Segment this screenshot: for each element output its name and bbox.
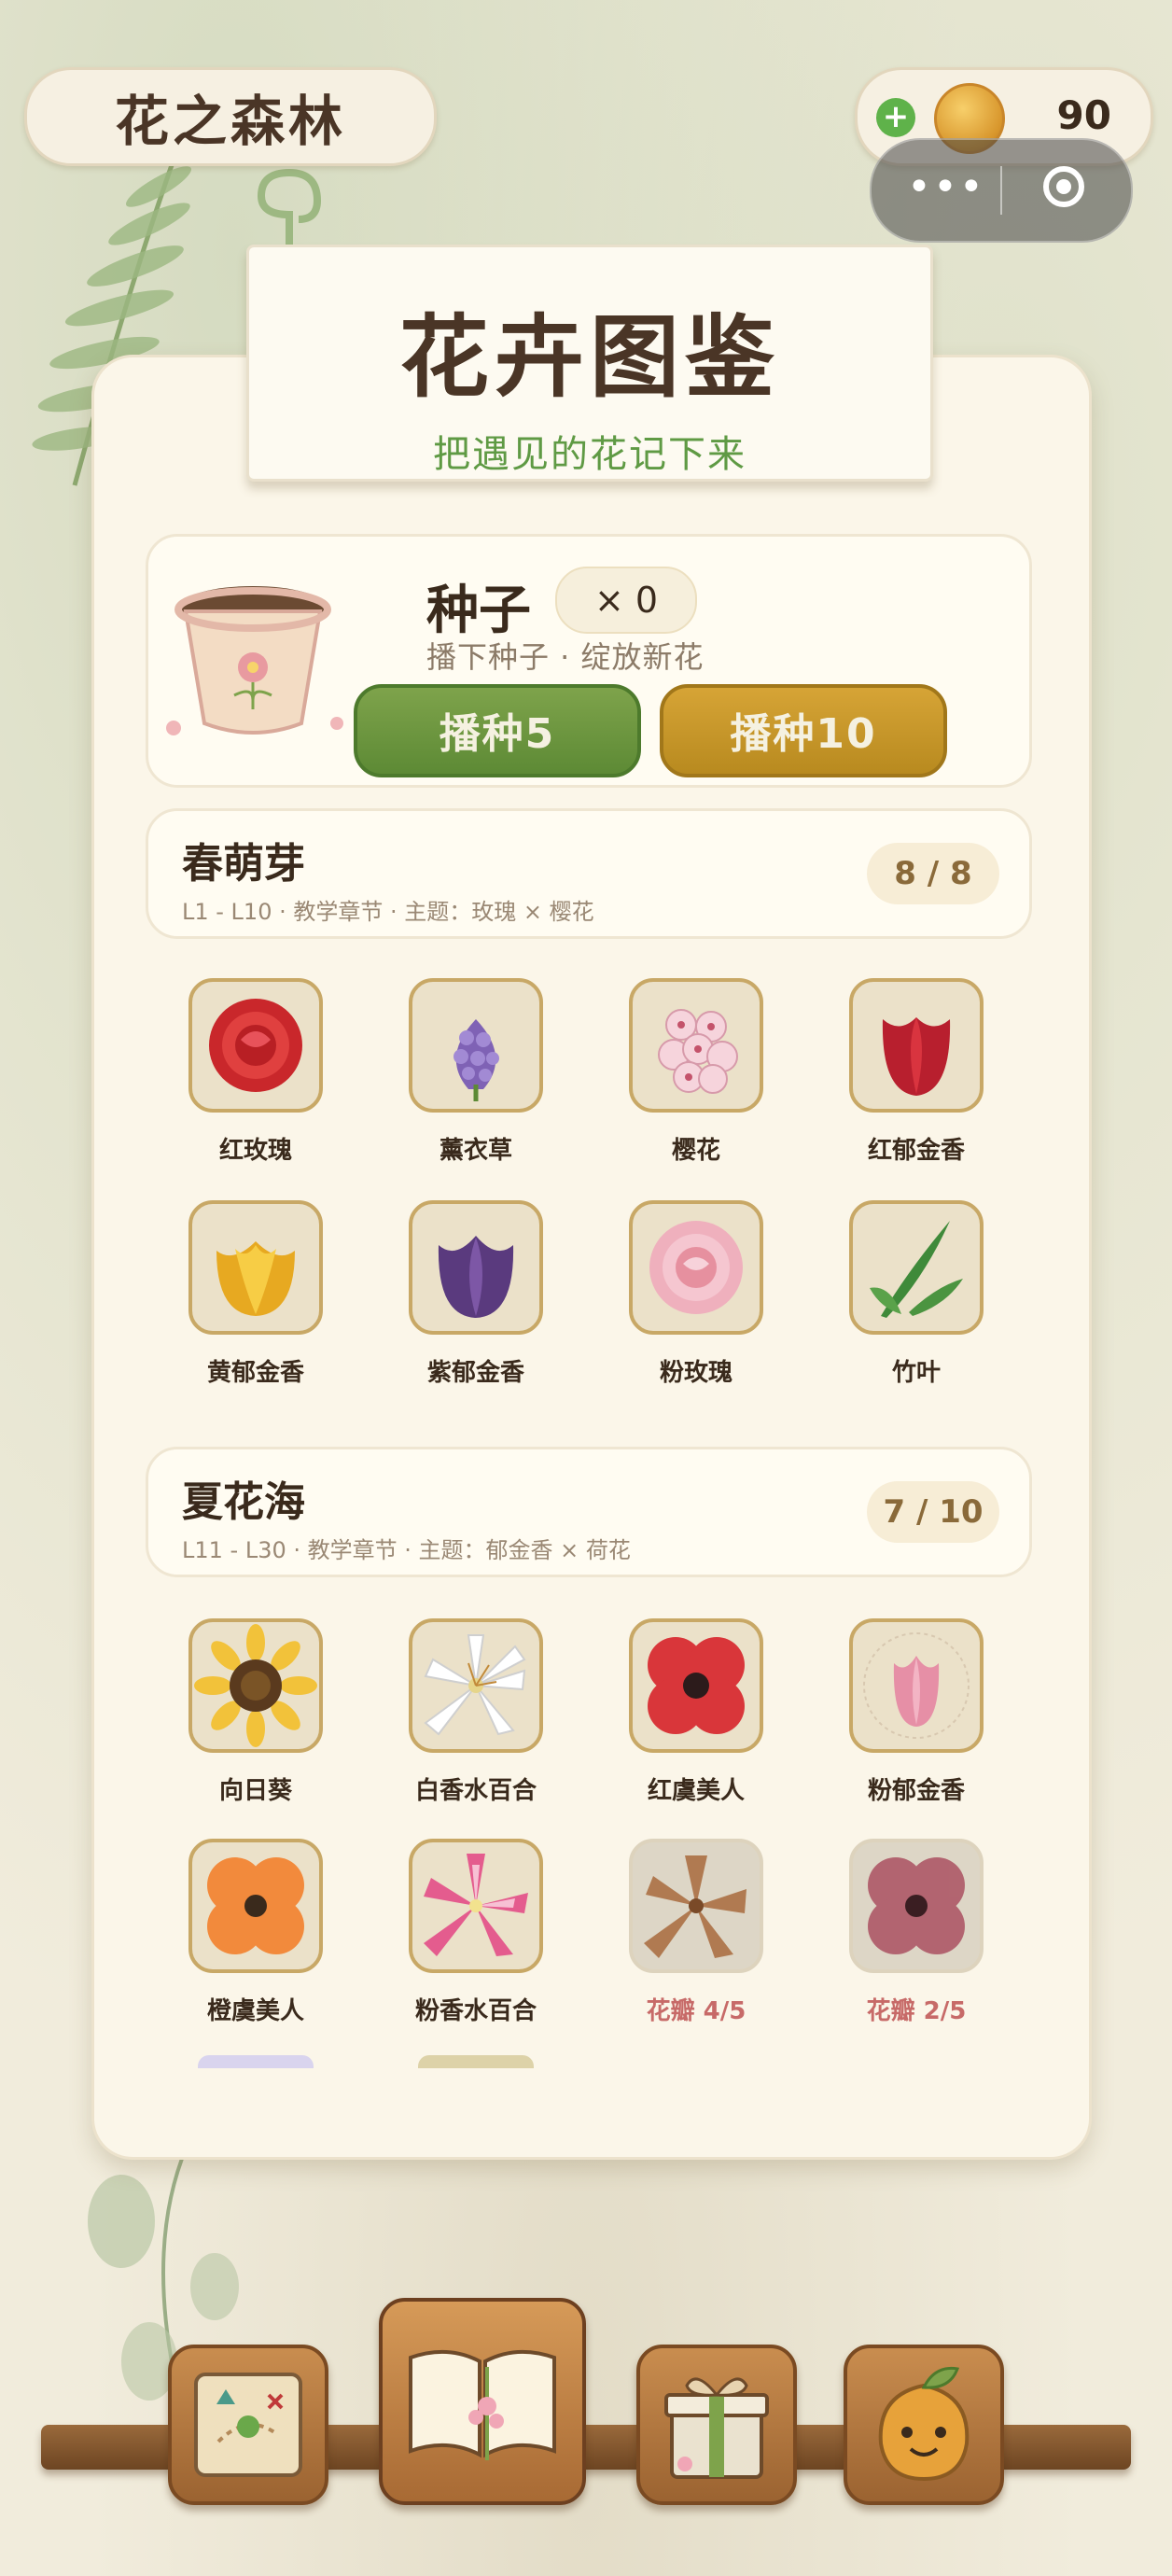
red-rose-icon bbox=[188, 978, 323, 1113]
flower-card[interactable]: 粉玫瑰 bbox=[580, 1200, 801, 1402]
section-header-spring: 春萌芽 L1 - L10 · 教学章节 · 主题：玫瑰 × 樱花 8 / 8 bbox=[146, 808, 1032, 939]
cherry-blossom-icon bbox=[629, 978, 763, 1113]
section-progress-badge: 8 / 8 bbox=[867, 843, 999, 904]
flower-label: 薰衣草 bbox=[439, 1137, 512, 1165]
seed-subtitle: 播下种子 · 绽放新花 bbox=[426, 639, 705, 675]
section-title: 春萌芽 bbox=[182, 840, 305, 888]
white-lily-icon bbox=[409, 1618, 543, 1753]
close-miniprogram-icon[interactable] bbox=[1043, 166, 1084, 207]
flower-label: 粉郁金香 bbox=[867, 1777, 965, 1805]
coin-value: 90 bbox=[1056, 92, 1111, 138]
sow-10-button[interactable]: 播种10 bbox=[660, 684, 947, 777]
page-title: 花卉图鉴 bbox=[399, 304, 780, 410]
pink-rose-icon bbox=[629, 1200, 763, 1335]
section-title: 夏花海 bbox=[182, 1478, 305, 1526]
page-subtitle: 把遇见的花记下来 bbox=[433, 433, 746, 476]
app-title: 花之森林 bbox=[114, 90, 346, 153]
flower-card[interactable]: 花瓣 2/5 bbox=[801, 1839, 1021, 2040]
gift-box-icon bbox=[664, 2377, 769, 2479]
flower-label: 粉香水百合 bbox=[414, 1997, 537, 2025]
nav-map-button[interactable] bbox=[168, 2345, 328, 2505]
sunflower-icon bbox=[188, 1618, 323, 1753]
yellow-tulip-icon bbox=[188, 1200, 323, 1335]
capsule-divider bbox=[1000, 166, 1002, 215]
purple-tulip-icon bbox=[409, 1200, 543, 1335]
flower-card[interactable]: 向日葵 bbox=[140, 1618, 360, 1820]
next-row-tile bbox=[198, 2055, 314, 2068]
flower-card[interactable]: 樱花 bbox=[580, 978, 801, 1180]
seed-card: 种子 × 0 播下种子 · 绽放新花 播种5 播种10 bbox=[146, 534, 1032, 788]
flower-card[interactable]: 橙虞美人 bbox=[140, 1839, 360, 2040]
flower-card[interactable]: 红玫瑰 bbox=[140, 978, 360, 1180]
seed-count-badge: × 0 bbox=[555, 567, 697, 634]
section-header-summer: 夏花海 L11 - L30 · 教学章节 · 主题：郁金香 × 荷花 7 / 1… bbox=[146, 1447, 1032, 1577]
flower-label: 白香水百合 bbox=[414, 1777, 537, 1805]
seed-title: 种子 bbox=[426, 581, 531, 641]
flower-label: 黄郁金香 bbox=[206, 1359, 304, 1387]
red-poppy-icon bbox=[629, 1618, 763, 1753]
open-book-icon bbox=[409, 2349, 556, 2460]
section-subtitle: L1 - L10 · 教学章节 · 主题：玫瑰 × 樱花 bbox=[182, 899, 594, 925]
add-coins-button[interactable]: + bbox=[876, 98, 915, 137]
next-row-tile bbox=[418, 2055, 534, 2068]
fragment-progress-label: 花瓣 4/5 bbox=[646, 1997, 746, 2025]
lavender-icon bbox=[409, 978, 543, 1113]
sow-5-button[interactable]: 播种5 bbox=[354, 684, 641, 777]
flower-label: 红虞美人 bbox=[647, 1777, 745, 1805]
fragment-progress-label: 花瓣 2/5 bbox=[866, 1997, 967, 2025]
orange-poppy-icon bbox=[188, 1839, 323, 1973]
flower-card[interactable]: 竹叶 bbox=[801, 1200, 1021, 1402]
flower-card[interactable]: 薰衣草 bbox=[360, 978, 580, 1180]
flower-label: 粉玫瑰 bbox=[659, 1359, 732, 1387]
pink-lily-icon bbox=[409, 1839, 543, 1973]
lily-silhouette-icon bbox=[629, 1839, 763, 1973]
flower-card[interactable]: 红虞美人 bbox=[580, 1618, 801, 1820]
red-tulip-icon bbox=[849, 978, 984, 1113]
flower-label: 红郁金香 bbox=[867, 1137, 965, 1165]
flower-label: 竹叶 bbox=[891, 1359, 941, 1387]
bamboo-leaf-icon bbox=[849, 1200, 984, 1335]
flower-card[interactable]: 粉郁金香 bbox=[801, 1618, 1021, 1820]
flower-label: 樱花 bbox=[671, 1137, 720, 1165]
section-progress-badge: 7 / 10 bbox=[867, 1481, 999, 1543]
flower-pot-icon bbox=[166, 586, 343, 735]
flower-card[interactable]: 黄郁金香 bbox=[140, 1200, 360, 1402]
flower-label: 橙虞美人 bbox=[206, 1997, 304, 2025]
pink-tulip-icon bbox=[849, 1618, 984, 1753]
flower-label: 紫郁金香 bbox=[426, 1359, 524, 1387]
flower-label: 红玫瑰 bbox=[218, 1137, 292, 1165]
sprout-face-icon bbox=[878, 2366, 970, 2482]
flower-card[interactable]: 粉香水百合 bbox=[360, 1839, 580, 2040]
nav-pet-button[interactable] bbox=[844, 2345, 1004, 2505]
app-title-badge: 花之森林 bbox=[24, 67, 437, 166]
miniprogram-capsule: ••• bbox=[870, 138, 1133, 243]
treasure-map-icon bbox=[194, 2373, 302, 2477]
nav-gift-button[interactable] bbox=[636, 2345, 797, 2505]
section-subtitle: L11 - L30 · 教学章节 · 主题：郁金香 × 荷花 bbox=[182, 1537, 631, 1563]
flower-label: 向日葵 bbox=[218, 1777, 292, 1805]
flower-card[interactable]: 花瓣 4/5 bbox=[580, 1839, 801, 2040]
flower-card[interactable]: 白香水百合 bbox=[360, 1618, 580, 1820]
poppy-silhouette-icon bbox=[849, 1839, 984, 1973]
flower-card[interactable]: 红郁金香 bbox=[801, 978, 1021, 1180]
more-menu-icon[interactable]: ••• bbox=[907, 164, 984, 211]
flower-card[interactable]: 紫郁金香 bbox=[360, 1200, 580, 1402]
encyclopedia-header: 花卉图鉴 把遇见的花记下来 bbox=[246, 245, 933, 482]
nav-encyclopedia-button[interactable] bbox=[379, 2298, 586, 2505]
